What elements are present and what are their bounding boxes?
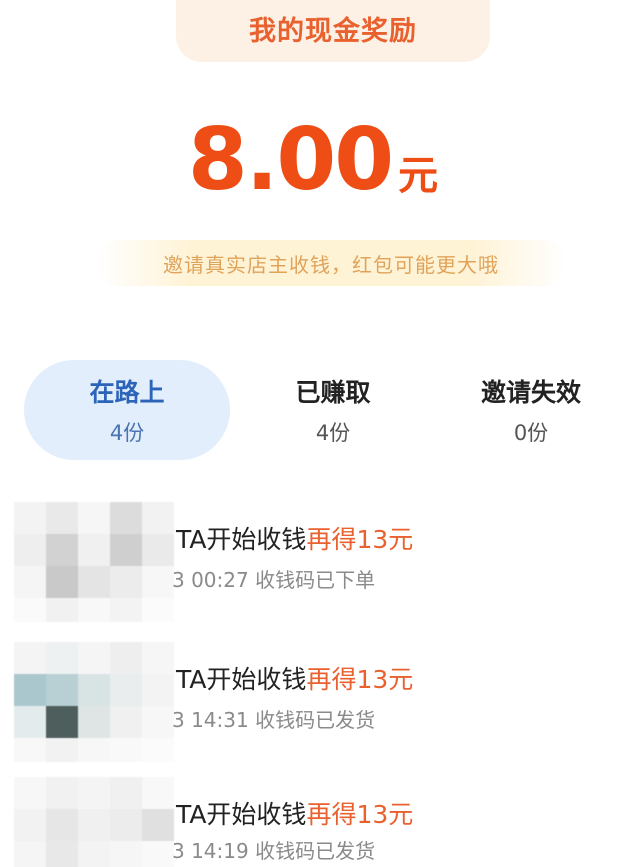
avatar [14, 642, 174, 762]
item-bonus: 再得13元 [306, 525, 414, 554]
reward-amount-value: 8.00 [187, 110, 394, 210]
tab-invite-expired[interactable]: 邀请失效 0份 [436, 360, 626, 460]
item-time: 3 00:27 [172, 568, 249, 592]
tab-count: 0份 [513, 421, 549, 445]
item-time: 3 14:31 [172, 708, 249, 732]
item-status: 收钱码已发货 [255, 839, 376, 863]
status-tabs: 在路上 4份 已赚取 4份 邀请失效 0份 [0, 360, 626, 460]
item-status: 收钱码已发货 [255, 708, 376, 732]
avatar [14, 502, 174, 622]
item-title: TA开始收钱再得13元 [176, 665, 414, 694]
reward-amount: 8.00 元 [0, 110, 626, 210]
item-title: TA开始收钱再得13元 [176, 800, 414, 829]
header-title-pill: 我的现金奖励 [176, 0, 490, 62]
tab-earned[interactable]: 已赚取 4份 [230, 360, 436, 460]
list-item[interactable]: TA开始收钱再得13元 3 14:31 收钱码已发货 [0, 642, 626, 762]
cash-reward-page: 我的现金奖励 8.00 元 邀请真实店主收钱，红包可能更大哦 在路上 4份 已赚取… [0, 0, 626, 867]
tab-label: 在路上 [89, 378, 165, 407]
tab-label: 邀请失效 [480, 378, 581, 407]
invite-tip-text: 邀请真实店主收钱，红包可能更大哦 [163, 252, 499, 277]
reward-amount-unit: 元 [398, 153, 439, 199]
item-meta: 3 00:27 收钱码已下单 [172, 564, 375, 593]
invite-tip-banner: 邀请真实店主收钱，红包可能更大哦 [96, 240, 566, 286]
item-bonus: 再得13元 [306, 665, 414, 694]
tab-on-the-way[interactable]: 在路上 4份 [24, 360, 230, 460]
item-title: TA开始收钱再得13元 [176, 525, 414, 554]
tab-count: 4份 [315, 421, 351, 445]
tab-label: 已赚取 [295, 378, 371, 407]
item-time: 3 14:19 [172, 839, 249, 863]
list-item[interactable]: TA开始收钱再得13元 3 00:27 收钱码已下单 [0, 502, 626, 622]
item-meta: 3 14:19 收钱码已发货 [172, 835, 375, 864]
avatar [14, 777, 174, 867]
tab-count: 4份 [109, 421, 145, 445]
page-title: 我的现金奖励 [249, 16, 417, 47]
item-meta: 3 14:31 收钱码已发货 [172, 704, 375, 733]
item-status: 收钱码已下单 [255, 568, 376, 592]
list-item[interactable]: TA开始收钱再得13元 3 14:19 收钱码已发货 [0, 777, 626, 867]
item-bonus: 再得13元 [306, 800, 414, 829]
